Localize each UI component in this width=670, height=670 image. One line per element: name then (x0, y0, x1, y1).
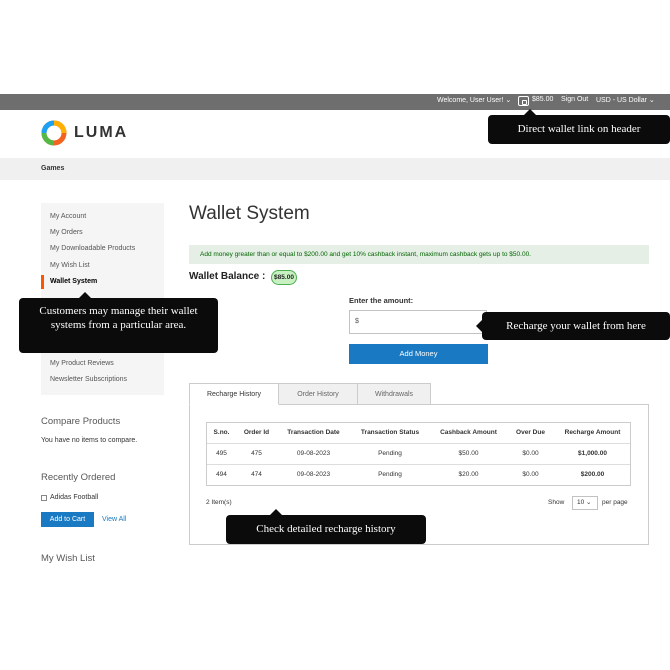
table-cell: 495 (216, 450, 227, 457)
callout-header-wallet: Direct wallet link on header (488, 109, 670, 144)
amount-input[interactable]: $ (349, 310, 487, 334)
page-size-select[interactable]: 10 ⌄ (572, 496, 598, 510)
table-divider (207, 443, 630, 444)
add-to-cart-button[interactable]: Add to Cart (41, 512, 94, 527)
table-cell: $50.00 (458, 450, 479, 457)
compare-empty-text: You have no items to compare. (41, 437, 138, 444)
table-cell[interactable]: 474 (237, 471, 276, 478)
table-header-over-due: Over Due (516, 429, 545, 436)
luma-logo-icon[interactable] (41, 120, 67, 146)
sidebar-item-wish-list[interactable]: My Wish List (50, 262, 90, 269)
sidebar-item-my-account[interactable]: My Account (50, 213, 86, 220)
active-indicator (41, 275, 44, 289)
table-divider (207, 464, 630, 465)
table-cell: $0.00 (522, 471, 539, 478)
welcome-menu[interactable]: Welcome, User User! ⌄ (437, 96, 511, 104)
table-header-sno: S.no. (213, 429, 230, 436)
sidebar-item-wallet-system[interactable]: Wallet System (50, 278, 97, 285)
sidebar-item-my-orders[interactable]: My Orders (50, 229, 83, 236)
top-bar: Welcome, User User! ⌄ $85.00 Sign Out US… (0, 94, 670, 110)
show-label: Show (548, 499, 565, 506)
compare-title: Compare Products (41, 416, 121, 427)
table-cell[interactable]: 475 (237, 450, 276, 457)
table-cell: $20.00 (458, 471, 479, 478)
table-cell: 494 (216, 471, 227, 478)
table-header-date: Transaction Date (287, 429, 340, 436)
callout-recharge: Recharge your wallet from here (476, 312, 670, 340)
table-cell: Pending (378, 450, 402, 457)
items-count: 2 Item(s) (206, 499, 232, 506)
sidebar-item-downloadable[interactable]: My Downloadable Products (50, 245, 135, 252)
sign-out-link[interactable]: Sign Out (561, 96, 588, 103)
wishlist-title: My Wish List (41, 553, 95, 564)
wallet-icon[interactable] (518, 96, 529, 106)
tab-withdrawals[interactable]: Withdrawals (357, 383, 431, 405)
table-header-status: Transaction Status (360, 429, 420, 436)
tab-recharge-history[interactable]: Recharge History (189, 383, 279, 405)
cashback-notice: Add money greater than or equal to $200.… (189, 245, 649, 264)
recent-item-checkbox[interactable] (41, 495, 47, 501)
page-title: Wallet System (189, 203, 310, 224)
nav-bar (0, 158, 670, 180)
wallet-balance-badge: $85.00 (271, 270, 297, 285)
recent-item-name[interactable]: Adidas Football (50, 494, 98, 501)
table-cell: $0.00 (522, 450, 539, 457)
wallet-balance-label: Wallet Balance : (189, 271, 266, 282)
table-header-cashback: Cashback Amount (440, 429, 497, 436)
table-cell: 09-08-2023 (296, 450, 331, 457)
table-cell: $200.00 (580, 471, 605, 478)
per-page-label: per page (602, 499, 628, 506)
callout-history: Check detailed recharge history (226, 509, 426, 544)
table-cell: 09-08-2023 (296, 471, 331, 478)
header-wallet-link[interactable]: $85.00 (532, 96, 553, 103)
add-money-button[interactable]: Add Money (349, 344, 488, 364)
amount-label: Enter the amount: (349, 296, 414, 305)
table-header-order-id: Order Id (243, 429, 270, 436)
logo-text[interactable]: LUMA (74, 124, 128, 142)
nav-item-games[interactable]: Games (41, 165, 64, 172)
table-cell: Pending (378, 471, 402, 478)
tab-order-history[interactable]: Order History (278, 383, 358, 405)
table-cell: $1,000.00 (578, 450, 607, 457)
table-header-recharge: Recharge Amount (564, 429, 621, 436)
currency-switcher[interactable]: USD - US Dollar ⌄ (596, 96, 655, 104)
sidebar-item-newsletter[interactable]: Newsletter Subscriptions (50, 376, 127, 383)
recent-title: Recently Ordered (41, 472, 116, 483)
callout-sidebar: Customers may manage their wallet system… (19, 292, 218, 353)
view-all-link[interactable]: View All (102, 516, 126, 523)
sidebar-item-reviews[interactable]: My Product Reviews (50, 360, 114, 367)
